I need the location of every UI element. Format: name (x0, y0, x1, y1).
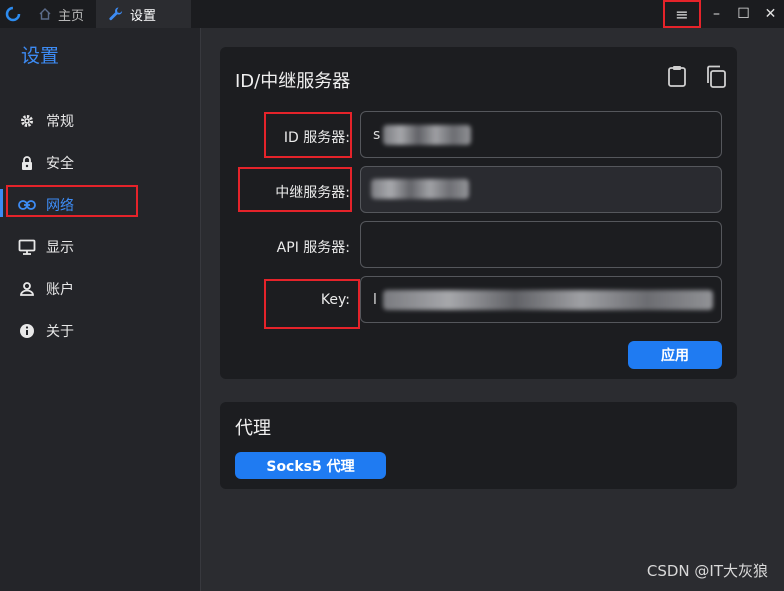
server-settings-card: ID/中继服务器 ID 服务器: s 中继服务器: API 服务器: Key: … (220, 47, 737, 379)
monitor-icon (18, 238, 36, 256)
user-icon (18, 280, 36, 298)
gear-icon (18, 112, 36, 130)
sidebar-item-label: 安全 (46, 156, 74, 172)
tab-label: 主页 (58, 8, 85, 24)
close-button[interactable]: ✕ (757, 0, 784, 28)
relay-server-input[interactable] (360, 166, 722, 213)
redaction-blur (371, 179, 469, 199)
sidebar-item-about[interactable]: 关于 (0, 315, 200, 347)
app-logo-icon (0, 0, 26, 28)
sidebar-item-label: 显示 (46, 240, 74, 256)
sidebar-item-label: 常规 (46, 114, 74, 130)
page-title: 设置 (21, 45, 60, 67)
proxy-card: 代理 Socks5 代理 (220, 402, 737, 489)
redaction-blur (383, 125, 471, 145)
annotation-box (238, 167, 352, 212)
tab-home[interactable]: 主页 (26, 0, 96, 28)
id-server-value: s (373, 126, 381, 143)
lock-icon (18, 154, 36, 172)
annotation-box (6, 185, 138, 217)
sidebar-item-general[interactable]: 常规 (0, 105, 200, 137)
apply-button[interactable]: 应用 (628, 341, 722, 369)
maximize-button[interactable]: ☐ (730, 0, 757, 28)
annotation-box (264, 112, 352, 158)
api-server-label: API 服务器: (276, 240, 350, 256)
tab-label: 设置 (130, 8, 157, 24)
card-title: 代理 (235, 418, 271, 439)
key-value: l (373, 291, 377, 308)
sidebar-item-security[interactable]: 安全 (0, 147, 200, 179)
home-icon (38, 7, 52, 21)
id-server-input[interactable]: s (360, 111, 722, 158)
tab-settings[interactable]: 设置 (96, 0, 192, 28)
annotation-box (264, 279, 360, 329)
key-input[interactable]: l (360, 276, 722, 323)
window-controls: ≡ – ☐ ✕ (663, 0, 784, 28)
sidebar-item-display[interactable]: 显示 (0, 231, 200, 263)
minimize-icon: – (713, 6, 720, 22)
api-server-input[interactable] (360, 221, 722, 268)
wrench-icon (108, 6, 124, 22)
copy-icon[interactable] (705, 65, 727, 89)
watermark: CSDN @IT大灰狼 (646, 562, 768, 580)
socks5-proxy-button[interactable]: Socks5 代理 (235, 452, 386, 479)
card-title: ID/中继服务器 (235, 71, 351, 92)
hamburger-icon: ≡ (675, 4, 689, 24)
sidebar-item-label: 关于 (46, 324, 74, 340)
maximize-icon: ☐ (737, 6, 750, 22)
sidebar-item-account[interactable]: 账户 (0, 273, 200, 305)
clipboard-icon[interactable] (667, 65, 689, 89)
sidebar-item-label: 账户 (46, 282, 74, 298)
minimize-button[interactable]: – (703, 0, 730, 28)
redaction-blur (383, 290, 713, 310)
close-icon: ✕ (764, 6, 777, 22)
sidebar: 设置 常规 安全 网络 显示 账户 关于 (0, 28, 201, 591)
info-icon (18, 322, 36, 340)
menu-button[interactable]: ≡ (663, 0, 701, 28)
title-bar: 主页 设置 ≡ – ☐ ✕ (0, 0, 784, 28)
